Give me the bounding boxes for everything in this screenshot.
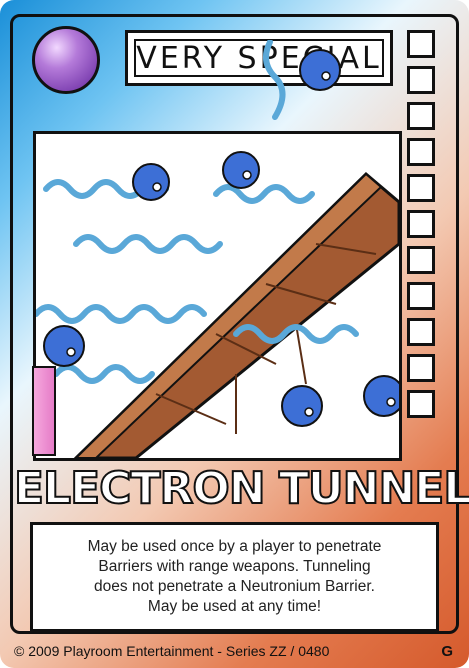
barrier-top-face: [74, 172, 383, 458]
check-box-column: [405, 30, 441, 426]
check-box: [407, 210, 435, 238]
electron-icon: [363, 375, 399, 417]
check-box: [407, 66, 435, 94]
electron-icon: [281, 385, 323, 427]
description-line: May be used at any time!: [147, 598, 322, 615]
purple-orb-icon: [32, 26, 100, 94]
card-illustration: [33, 131, 402, 461]
card-title: ELECTRON TUNNELING: [13, 462, 469, 515]
card-code: G: [441, 642, 453, 660]
check-box: [407, 102, 435, 130]
pink-rarity-bar: [32, 366, 56, 456]
electron-icon: [43, 325, 85, 367]
check-box: [407, 138, 435, 166]
check-box: [407, 174, 435, 202]
check-box: [407, 318, 435, 346]
check-box: [407, 282, 435, 310]
electron-icon: [222, 151, 260, 189]
card: VERY SPECIAL ELECTRON TUNNEL May be used…: [0, 0, 469, 668]
check-box: [407, 246, 435, 274]
check-box: [407, 390, 435, 418]
electron-icon: [299, 49, 341, 91]
description-line: does not penetrate a Neutronium Barrier.: [94, 578, 375, 595]
description-box: May be used once by a player to penetrat…: [30, 522, 439, 632]
description-line: Barriers with range weapons. Tunneling: [98, 558, 371, 575]
illustration-svg: [36, 151, 399, 458]
copyright-text: © 2009 Playroom Entertainment - Series Z…: [14, 643, 330, 659]
electron-icon: [132, 163, 170, 201]
description-line: May be used once by a player to penetrat…: [87, 538, 382, 555]
check-box: [407, 354, 435, 382]
electron-overlay: [263, 40, 341, 120]
footer: © 2009 Playroom Entertainment - Series Z…: [10, 639, 459, 663]
check-box: [407, 30, 435, 58]
